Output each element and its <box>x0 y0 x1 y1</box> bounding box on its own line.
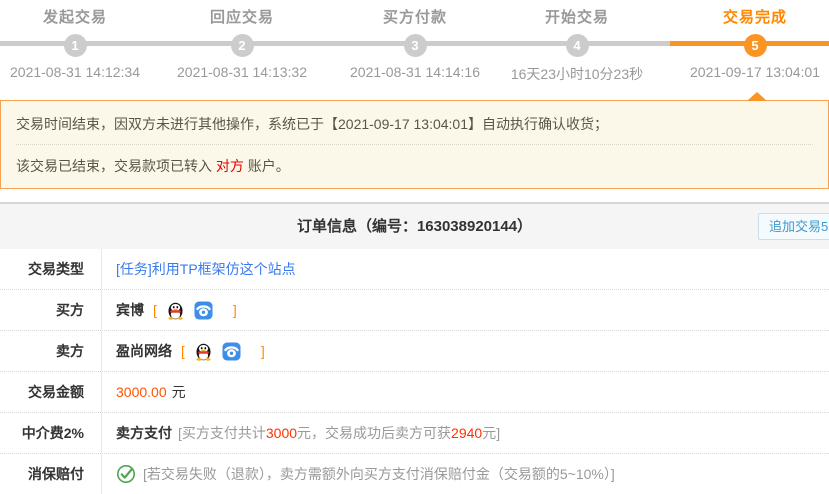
table-row-amount: 交易金额 3000.00 元 <box>0 372 829 413</box>
transaction-progress-stepper: 发起交易 1 2021-08-31 14:12:34 回应交易 2 2021-0… <box>0 0 829 100</box>
table-row-commission-fee: 中介费2% 卖方支付 [买方支付共计3000元，交易成功后卖方可获2940元] <box>0 413 829 454</box>
step-timestamp: 2021-09-17 13:04:01 <box>660 64 829 80</box>
currency-unit: 元 <box>172 382 186 402</box>
step-number-badge: 4 <box>566 34 589 57</box>
table-row-seller: 卖方 盈尚网络 [ <box>0 331 829 372</box>
phone-icon[interactable] <box>222 342 241 361</box>
table-row-transaction-type: 交易类型 [任务]利用TP框架仿这个站点 <box>0 249 829 290</box>
transaction-type-link[interactable]: [任务]利用TP框架仿这个站点 <box>116 259 296 279</box>
step-timestamp: 2021-08-31 14:13:32 <box>147 64 337 80</box>
counterparty-highlight: 对方 <box>216 158 244 174</box>
step-label: 开始交易 <box>482 6 672 27</box>
step-timestamp: 2021-08-31 14:12:34 <box>0 64 170 80</box>
bracket-open: [ <box>153 302 157 318</box>
buyer-name: 宾博 <box>116 300 144 320</box>
row-label: 交易类型 <box>0 249 102 289</box>
phone-icon[interactable] <box>194 301 213 320</box>
row-label: 交易金额 <box>0 372 102 412</box>
notice-line2-suffix: 账户。 <box>244 158 290 174</box>
fee-total-amount: 3000 <box>266 425 297 441</box>
seller-name: 盈尚网络 <box>116 341 172 361</box>
notice-arrow-icon <box>747 92 767 101</box>
qq-icon[interactable] <box>194 342 213 361</box>
row-label: 消保赔付 <box>0 454 102 494</box>
transaction-amount: 3000.00 <box>116 384 167 400</box>
check-circle-icon <box>116 464 136 484</box>
step-label: 回应交易 <box>147 6 337 27</box>
step-duration: 16天23小时10分23秒 <box>482 64 672 84</box>
order-title: 订单信息（编号：163038920144） <box>0 204 829 249</box>
order-info-section: 订单信息（编号：163038920144） 追加交易5次 交易类型 [任务]利用… <box>0 202 829 494</box>
row-label: 中介费2% <box>0 413 102 453</box>
notice-line2-prefix: 该交易已结束，交易款项已转入 <box>16 158 216 174</box>
seller-receives-amount: 2940 <box>451 425 482 441</box>
order-info-header: 订单信息（编号：163038920144） 追加交易5次 <box>0 204 829 249</box>
row-label: 买方 <box>0 290 102 330</box>
completion-notice-box: 交易时间结束，因双方未进行其他操作，系统已于【2021-09-17 13:04:… <box>0 100 829 189</box>
bracket-close: ] <box>233 302 237 318</box>
notice-funds-transferred-text: 该交易已结束，交易款项已转入 对方 账户。 <box>16 145 813 188</box>
append-transaction-button[interactable]: 追加交易5次 <box>758 213 829 240</box>
notice-auto-confirm-text: 交易时间结束，因双方未进行其他操作，系统已于【2021-09-17 13:04:… <box>16 101 813 145</box>
step-label: 发起交易 <box>0 6 170 27</box>
step-number-badge: 1 <box>64 34 87 57</box>
qq-icon[interactable] <box>166 301 185 320</box>
bracket-close: ] <box>261 343 265 359</box>
row-label: 卖方 <box>0 331 102 371</box>
step-start-trade: 开始交易 4 16天23小时10分23秒 <box>482 6 672 84</box>
step-number-badge: 2 <box>231 34 254 57</box>
step-respond: 回应交易 2 2021-08-31 14:13:32 <box>147 6 337 80</box>
step-complete: 交易完成 5 2021-09-17 13:04:01 <box>660 6 829 80</box>
fee-payer: 卖方支付 <box>116 423 172 443</box>
table-row-consumer-protection: 消保赔付 [若交易失败（退款），卖方需额外向买方支付消保赔付金（交易额的5~10… <box>0 454 829 494</box>
table-row-buyer: 买方 宾博 [ <box>0 290 829 331</box>
fee-note: [买方支付共计3000元，交易成功后卖方可获2940元] <box>178 423 500 443</box>
step-number-badge: 5 <box>744 34 767 57</box>
step-number-badge: 3 <box>404 34 427 57</box>
step-label: 交易完成 <box>660 6 829 27</box>
insurance-note: [若交易失败（退款），卖方需额外向买方支付消保赔付金（交易额的5~10%）] <box>143 464 615 484</box>
step-initiate: 发起交易 1 2021-08-31 14:12:34 <box>0 6 170 80</box>
bracket-open: [ <box>181 343 185 359</box>
